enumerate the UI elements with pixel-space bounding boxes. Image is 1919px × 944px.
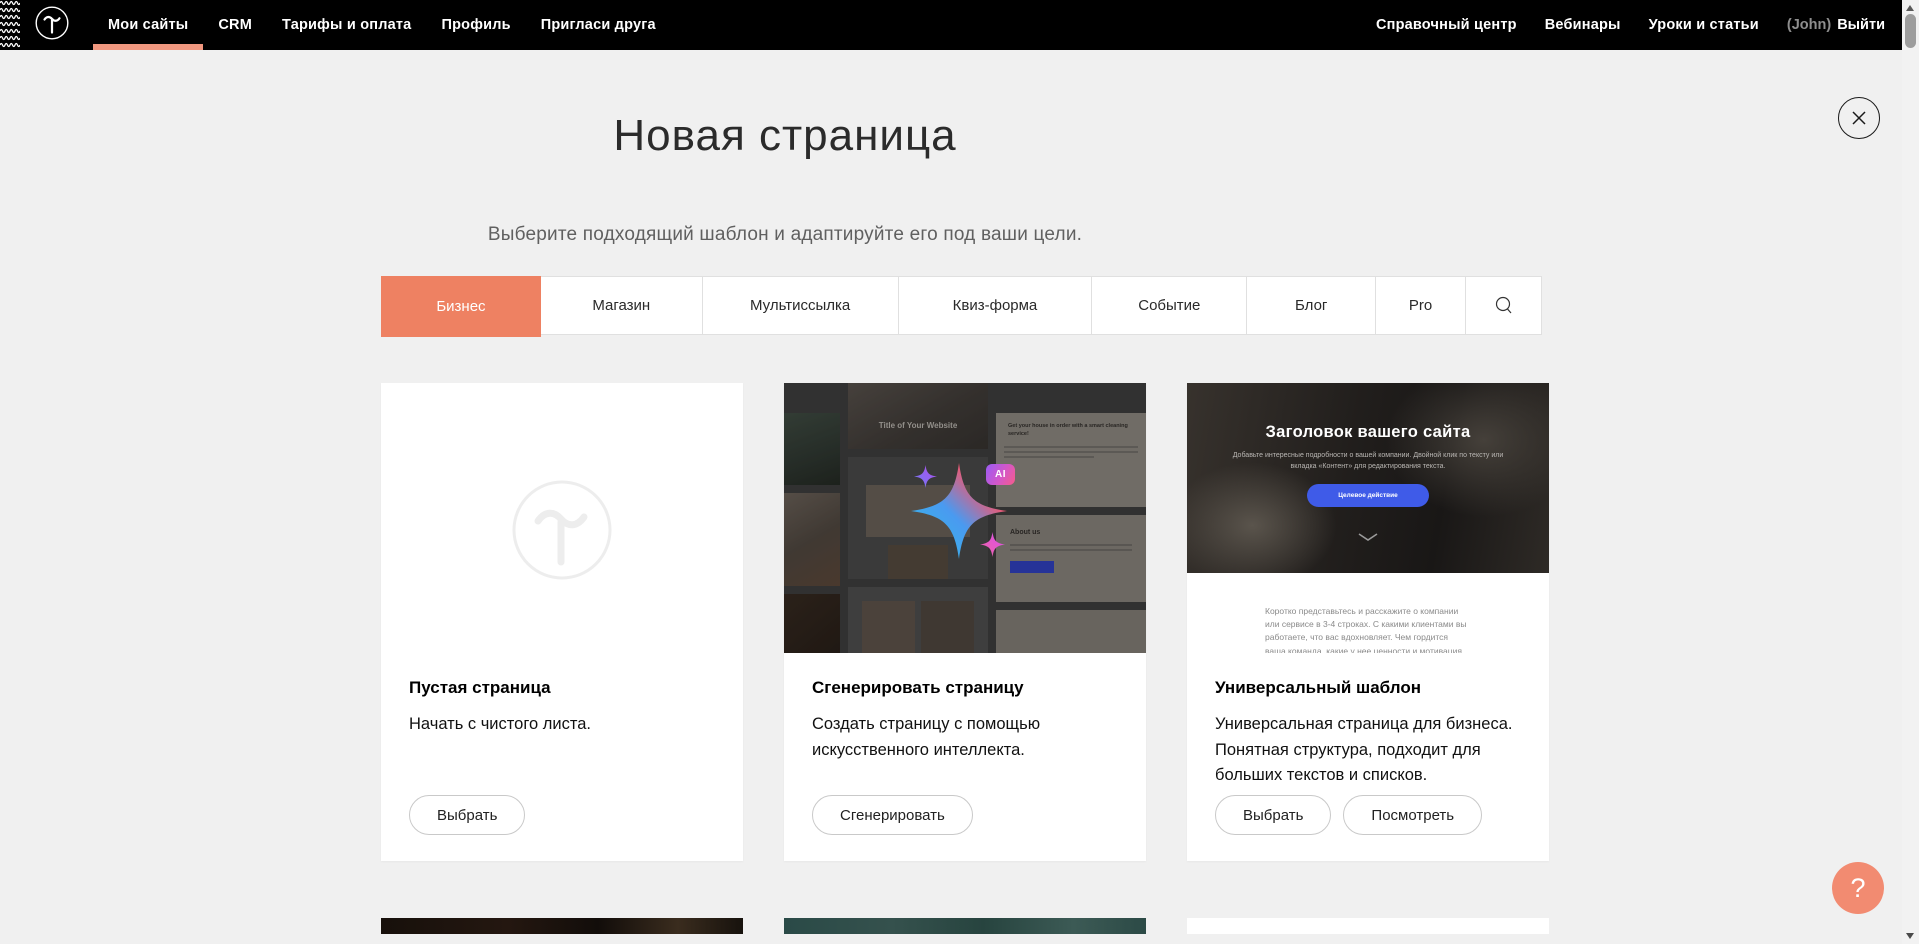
universal-template-preview: Заголовок вашего сайта Добавьте интересн… (1187, 383, 1549, 653)
template-hero-title: Заголовок вашего сайта (1187, 423, 1549, 442)
tab-blog[interactable]: Блог (1247, 277, 1376, 334)
question-icon: ? (1850, 873, 1865, 904)
nav-item-profile[interactable]: Профиль (426, 0, 525, 50)
card-description: Универсальная страница для бизнеса. Поня… (1215, 712, 1521, 789)
nav-item-label: Вебинары (1545, 17, 1621, 33)
tab-multilink[interactable]: Мультиссылка (703, 277, 899, 334)
page-subtitle: Выберите подходящий шаблон и адаптируйте… (310, 224, 1260, 246)
tab-shop[interactable]: Магазин (541, 277, 703, 334)
close-icon (1849, 108, 1869, 128)
nav-user-block: (John) Выйти (1773, 0, 1885, 50)
card-preview-partial[interactable] (1187, 918, 1549, 934)
template-hero: Заголовок вашего сайта Добавьте интересн… (1187, 383, 1549, 573)
nav-item-crm[interactable]: CRM (203, 0, 267, 50)
tab-business[interactable]: Бизнес (381, 276, 541, 337)
scroll-down-arrow[interactable] (1906, 933, 1914, 939)
tab-quiz-form[interactable]: Квиз-форма (899, 277, 1093, 334)
nav-item-label: Справочный центр (1376, 17, 1517, 33)
page-title: Новая страница (310, 110, 1260, 162)
tab-event[interactable]: Событие (1092, 277, 1247, 334)
card-universal-template[interactable]: Заголовок вашего сайта Добавьте интересн… (1187, 383, 1549, 861)
scrollbar-thumb[interactable] (1905, 14, 1916, 48)
search-icon (1493, 295, 1515, 317)
generate-button[interactable]: Сгенерировать (812, 795, 973, 835)
nav-item-help-center[interactable]: Справочный центр (1362, 0, 1531, 50)
nav-item-webinars[interactable]: Вебинары (1531, 0, 1635, 50)
tab-label: Событие (1138, 297, 1200, 314)
template-cards-row-1: Пустая страница Начать с чистого листа. … (381, 383, 1549, 861)
nav-item-label: Уроки и статьи (1649, 17, 1759, 33)
nav-item-label: CRM (218, 17, 252, 33)
ai-badge: AI (986, 464, 1015, 485)
scroll-up-arrow[interactable] (1906, 5, 1914, 11)
card-preview-partial[interactable] (784, 918, 1146, 934)
template-body-text: Коротко представьтесь и расскажите о ком… (1265, 605, 1471, 653)
choose-button[interactable]: Выбрать (1215, 795, 1331, 835)
tab-label: Блог (1295, 297, 1327, 314)
nav-item-label: Мои сайты (108, 17, 188, 33)
top-navbar: Мои сайты CRM Тарифы и оплата Профиль Пр… (0, 0, 1919, 50)
nav-item-label: Пригласи друга (541, 17, 656, 33)
template-body: Коротко представьтесь и расскажите о ком… (1187, 573, 1549, 653)
close-button[interactable] (1838, 97, 1880, 139)
tab-label: Квиз-форма (953, 297, 1038, 314)
card-title: Сгенерировать страницу (812, 678, 1118, 698)
tilda-logo[interactable] (35, 6, 69, 45)
nav-item-tariffs[interactable]: Тарифы и оплата (267, 0, 426, 50)
template-cards-row-2 (381, 918, 1549, 934)
template-hero-text: Добавьте интересные подробности о вашей … (1227, 450, 1509, 472)
user-name: (John) (1787, 17, 1831, 33)
navbar-right-menu: Справочный центр Вебинары Уроки и статьи… (1362, 0, 1919, 50)
tilda-watermark-icon (512, 480, 612, 580)
view-button[interactable]: Посмотреть (1343, 795, 1482, 835)
nav-item-lessons[interactable]: Уроки и статьи (1635, 0, 1773, 50)
help-button[interactable]: ? (1832, 862, 1884, 914)
nav-item-label: Профиль (441, 17, 510, 33)
template-category-tabs: Бизнес Магазин Мультиссылка Квиз-форма С… (381, 276, 1542, 335)
ai-generate-preview: Title of Your Website (784, 383, 1146, 653)
tab-label: Мультиссылка (750, 297, 850, 314)
blank-page-preview (381, 383, 743, 653)
tab-label: Бизнес (436, 298, 485, 315)
card-description: Начать с чистого листа. (409, 712, 715, 738)
nav-item-invite-friend[interactable]: Пригласи друга (526, 0, 671, 50)
card-title: Универсальный шаблон (1215, 678, 1521, 698)
chevron-down-icon (1187, 529, 1549, 547)
logout-link[interactable]: Выйти (1837, 17, 1885, 33)
sparkle-small-icon (980, 532, 1005, 557)
card-ai-generate[interactable]: Title of Your Website (784, 383, 1146, 861)
nav-item-my-sites[interactable]: Мои сайты (93, 0, 203, 50)
card-blank-page[interactable]: Пустая страница Начать с чистого листа. … (381, 383, 743, 861)
card-preview-partial[interactable] (381, 918, 743, 934)
tab-search[interactable] (1466, 277, 1541, 334)
tab-pro[interactable]: Pro (1376, 277, 1466, 334)
navbar-left-menu: Мои сайты CRM Тарифы и оплата Профиль Пр… (93, 0, 671, 50)
card-title: Пустая страница (409, 678, 715, 698)
tab-label: Pro (1409, 297, 1432, 314)
card-description: Создать страницу с помощью искусственног… (812, 712, 1062, 763)
zigzag-pattern-icon (0, 0, 20, 50)
tab-label: Магазин (592, 297, 650, 314)
template-cta-button: Целевое действие (1307, 484, 1429, 507)
vertical-scrollbar[interactable] (1902, 0, 1919, 944)
nav-item-label: Тарифы и оплата (282, 17, 411, 33)
choose-button[interactable]: Выбрать (409, 795, 525, 835)
